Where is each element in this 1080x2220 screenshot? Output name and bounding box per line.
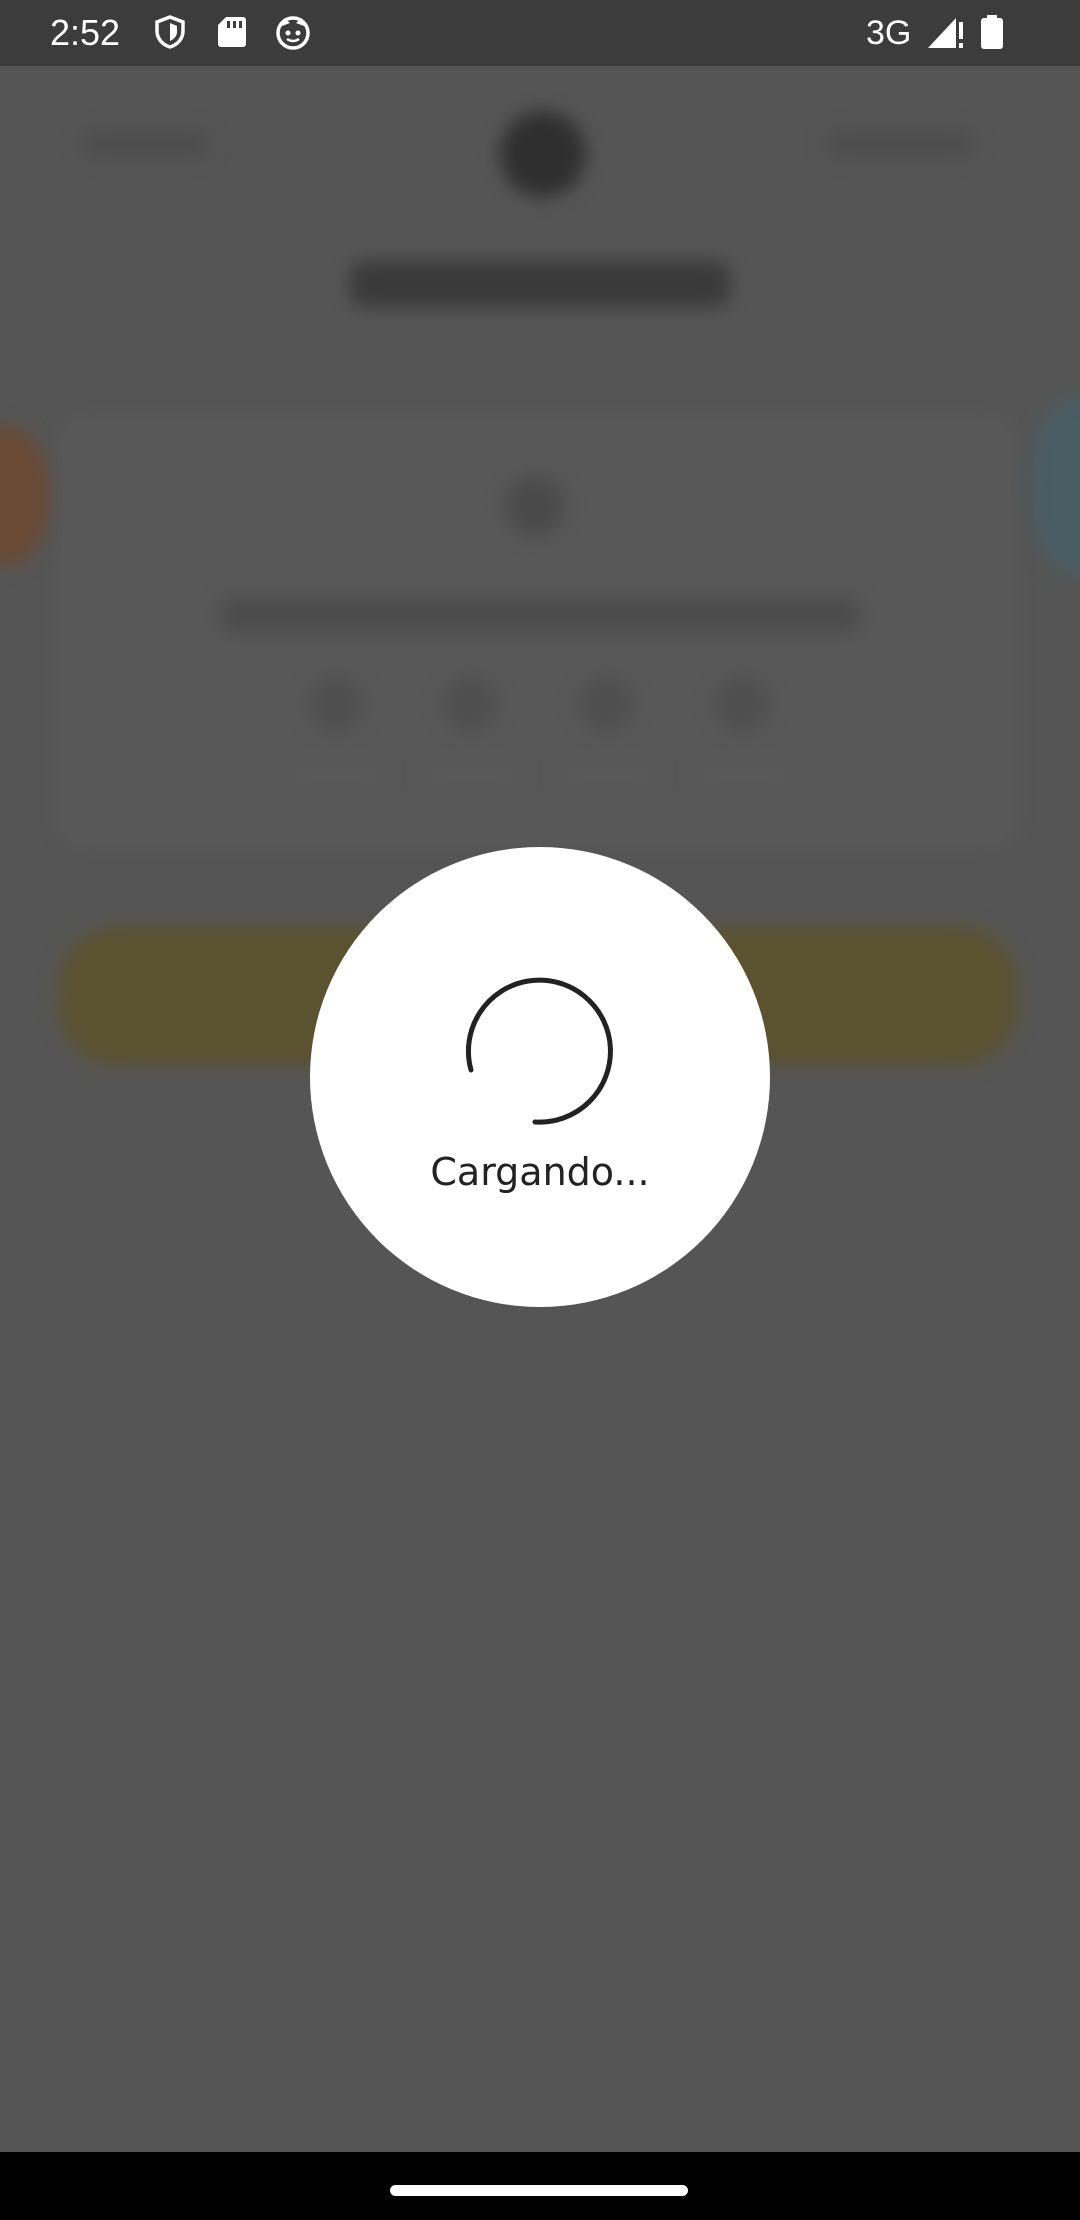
- shield-icon: [152, 14, 188, 50]
- step-label: [558, 766, 658, 784]
- back-link-placeholder: [80, 131, 210, 157]
- step-label: [422, 766, 522, 784]
- cat-face-icon: [274, 14, 310, 50]
- decorative-illustration-right: [1030, 396, 1080, 576]
- network-type-label: 3G: [866, 14, 912, 52]
- card-text-placeholder: [220, 598, 860, 632]
- step-dot: [442, 676, 498, 732]
- step-dot: [308, 676, 364, 732]
- status-time: 2:52: [50, 12, 121, 53]
- status-bar: 2:52 3G: [0, 0, 1080, 66]
- loading-dialog: Cargando...: [310, 847, 770, 1307]
- step-dot: [714, 676, 770, 732]
- navigation-bar: [0, 2152, 1080, 2220]
- decorative-illustration-left: [0, 426, 50, 566]
- signal-icon: [926, 14, 966, 50]
- header-action-placeholder: [826, 131, 976, 157]
- logo-placeholder: [500, 111, 586, 197]
- loading-spinner: [465, 977, 613, 1125]
- loading-text: Cargando...: [430, 1150, 650, 1194]
- step-label: [694, 766, 794, 784]
- step-dot: [578, 676, 634, 732]
- home-gesture-handle[interactable]: [390, 2185, 688, 2196]
- page-title-placeholder: [350, 261, 730, 307]
- battery-icon: [978, 14, 1006, 50]
- step-label: [286, 766, 386, 784]
- card-icon-placeholder: [505, 476, 565, 536]
- sd-card-icon: [214, 14, 250, 50]
